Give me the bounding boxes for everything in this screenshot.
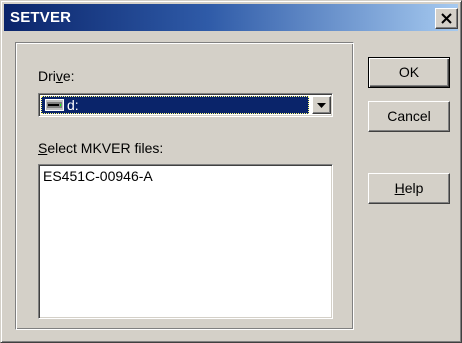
drive-selected-item[interactable]: d: [41, 96, 309, 114]
drive-combobox[interactable]: d: [38, 93, 333, 117]
cancel-button[interactable]: Cancel [368, 101, 450, 132]
list-item[interactable]: ES451C-00946-A [43, 168, 153, 184]
ok-button[interactable]: OK [368, 57, 450, 88]
close-button[interactable] [435, 8, 458, 29]
help-button[interactable]: Help [368, 173, 450, 204]
drive-dropdown-button[interactable] [312, 96, 331, 114]
close-icon [441, 13, 452, 24]
chevron-down-icon [317, 103, 326, 108]
drive-icon [45, 99, 64, 111]
files-label: Select MKVER files: [38, 140, 164, 156]
setver-dialog: SETVER Drive: d: Select MKVER files: ES4 [0, 0, 462, 343]
title-bar[interactable]: SETVER [4, 4, 458, 31]
drive-label: Drive: [38, 68, 75, 84]
drive-value: d: [67, 97, 79, 113]
mkver-files-list[interactable]: ES451C-00946-A [38, 164, 333, 319]
window-title: SETVER [10, 9, 72, 26]
